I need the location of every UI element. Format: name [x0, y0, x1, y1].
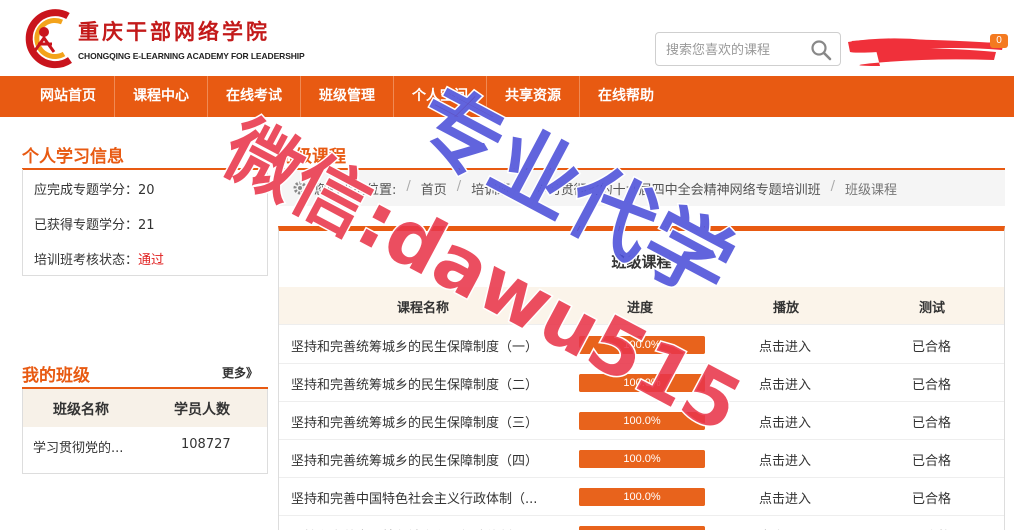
personal-info-title: 个人学习信息: [22, 147, 124, 167]
column-header-progress: 进度: [627, 301, 654, 316]
progress-text: 100.0%: [623, 453, 661, 465]
progress-bar: 100.0%: [579, 526, 705, 530]
status-badge: 通过: [138, 253, 165, 268]
classes-table: 班级名称 学员人数 学习贯彻党的... 108727: [22, 389, 268, 474]
progress-text: 100.0%: [579, 526, 705, 530]
section-title: 班级课程: [278, 147, 346, 167]
table-row: 坚持和完善中国特色社会主义行政体制（...100.0% 点击进入 已合格: [279, 516, 1004, 530]
search-input[interactable]: [666, 40, 806, 60]
play-link[interactable]: 点击进入: [759, 412, 811, 431]
progress-bar: 100.0%: [579, 488, 705, 506]
test-status: 已合格: [912, 492, 952, 507]
site-logo[interactable]: 重庆干部网络学院 CHONGQING E-LEARNING ACADEMY FO…: [22, 6, 312, 72]
search-box: [655, 32, 841, 66]
earned-credits: 已获得专题学分：21: [34, 218, 155, 233]
test-status: 已合格: [912, 526, 951, 530]
course-name[interactable]: 坚持和完善中国特色社会主义行政体制（...: [291, 488, 576, 507]
panel-title: 班级课程: [611, 253, 672, 271]
table-row: 坚持和完善统筹城乡的民生保障制度（一） 100.0% 点击进入 已合格: [279, 326, 1004, 364]
breadcrumb-training[interactable]: 培训班: [471, 179, 510, 198]
classes-table-header: 班级名称 学员人数: [23, 389, 267, 427]
redacted-username: [848, 38, 1004, 66]
academy-name-cn: 重庆干部网络学院: [78, 19, 270, 44]
play-link[interactable]: 点击进入: [759, 450, 811, 469]
breadcrumb-prefix: 您的当前位置:: [314, 183, 397, 198]
test-status: 已合格: [912, 416, 952, 431]
breadcrumb-items: 您的当前位置: / 首页 / 培训班 / 学习贯彻党的十九届四中全会精神网络专题…: [314, 179, 897, 198]
class-name[interactable]: 学习贯彻党的...: [33, 437, 123, 456]
breadcrumb-separator: /: [456, 179, 462, 194]
progress-text: 100.0%: [623, 339, 661, 351]
breadcrumb-current: 班级课程: [845, 183, 898, 198]
test-status: 已合格: [912, 454, 952, 469]
breadcrumb-separator: /: [830, 179, 835, 194]
breadcrumb-separator: /: [520, 179, 525, 194]
my-classes-title: 我的班级: [22, 366, 90, 386]
course-name[interactable]: 坚持和完善中国特色社会主义行政体制（...: [291, 526, 576, 530]
test-status: 已合格: [912, 378, 952, 393]
progress-text: 100.0%: [623, 491, 661, 503]
table-row: 坚持和完善统筹城乡的民生保障制度（二） 100.0% 点击进入 已合格: [279, 364, 1004, 402]
assessment-status: 培训班考核状态：通过: [34, 249, 164, 268]
nav-home[interactable]: 网站首页: [22, 76, 115, 117]
breadcrumb-separator: /: [406, 179, 411, 194]
progress-text: 100.0%: [623, 377, 661, 389]
main-nav: 网站首页 课程中心 在线考试 班级管理 个人空间 共享资源 在线帮助: [0, 76, 1014, 117]
course-panel: 班级课程 课程名称 进度 播放 测试 坚持和完善统筹城乡的民生保障制度（一） 10…: [278, 226, 1005, 530]
breadcrumb-home[interactable]: 首页: [421, 179, 447, 198]
progress-bar: 100.0%: [579, 336, 705, 354]
progress-bar: 100.0%: [579, 374, 705, 392]
search-icon[interactable]: [810, 39, 832, 61]
gear-icon: [293, 181, 307, 195]
academy-logo-icon: [25, 9, 72, 69]
column-header-test: 测试: [919, 301, 946, 316]
nav-personal-space[interactable]: 个人空间: [394, 76, 487, 117]
personal-info-box: 应完成专题学分：20 已获得专题学分：21 培训班考核状态：通过: [22, 169, 268, 276]
nav-help[interactable]: 在线帮助: [580, 76, 672, 117]
nav-courses[interactable]: 课程中心: [115, 76, 208, 117]
notification-badge[interactable]: 0: [990, 34, 1008, 48]
course-table-header: 课程名称 进度 播放 测试: [279, 287, 1004, 325]
play-link[interactable]: 点击进入: [759, 526, 811, 530]
more-link[interactable]: 更多》: [222, 364, 258, 381]
play-link[interactable]: 点击进入: [759, 488, 811, 507]
table-row: 坚持和完善统筹城乡的民生保障制度（三） 100.0% 点击进入 已合格: [279, 402, 1004, 440]
column-header-student-count: 学员人数: [174, 402, 230, 418]
breadcrumb: 您的当前位置: / 首页 / 培训班 / 学习贯彻党的十九届四中全会精神网络专题…: [278, 170, 1005, 206]
column-header-class-name: 班级名称: [53, 402, 109, 418]
student-count: 108727: [181, 437, 231, 452]
progress-bar: 100.0%: [579, 450, 705, 468]
course-name[interactable]: 坚持和完善统筹城乡的民生保障制度（三）: [291, 412, 576, 431]
nav-class-management[interactable]: 班级管理: [301, 76, 394, 117]
course-name[interactable]: 坚持和完善统筹城乡的民生保障制度（四）: [291, 450, 576, 469]
progress-bar: 100.0%: [579, 412, 705, 430]
progress-text: 100.0%: [623, 415, 661, 427]
required-credits: 应完成专题学分：20: [34, 183, 155, 198]
nav-exams[interactable]: 在线考试: [208, 76, 301, 117]
assessment-status-label: 培训班考核状态：: [34, 253, 139, 268]
table-row: 坚持和完善中国特色社会主义行政体制（... 100.0% 点击进入 已合格: [279, 478, 1004, 516]
column-header-course-name: 课程名称: [397, 301, 450, 316]
play-link[interactable]: 点击进入: [759, 336, 811, 355]
nav-shared-resources[interactable]: 共享资源: [487, 76, 580, 117]
site-header: 重庆干部网络学院 CHONGQING E-LEARNING ACADEMY FO…: [0, 0, 1014, 76]
breadcrumb-class[interactable]: 学习贯彻党的十九届四中全会精神网络专题培训班: [535, 179, 821, 198]
course-name[interactable]: 坚持和完善统筹城乡的民生保障制度（二）: [291, 374, 576, 393]
play-link[interactable]: 点击进入: [759, 374, 811, 393]
academy-name-en: CHONGQING E-LEARNING ACADEMY FOR LEADERS…: [78, 51, 305, 61]
table-row: 坚持和完善统筹城乡的民生保障制度（四） 100.0% 点击进入 已合格: [279, 440, 1004, 478]
column-header-play: 播放: [773, 301, 800, 316]
test-status: 已合格: [912, 340, 952, 355]
course-name[interactable]: 坚持和完善统筹城乡的民生保障制度（一）: [291, 336, 576, 355]
